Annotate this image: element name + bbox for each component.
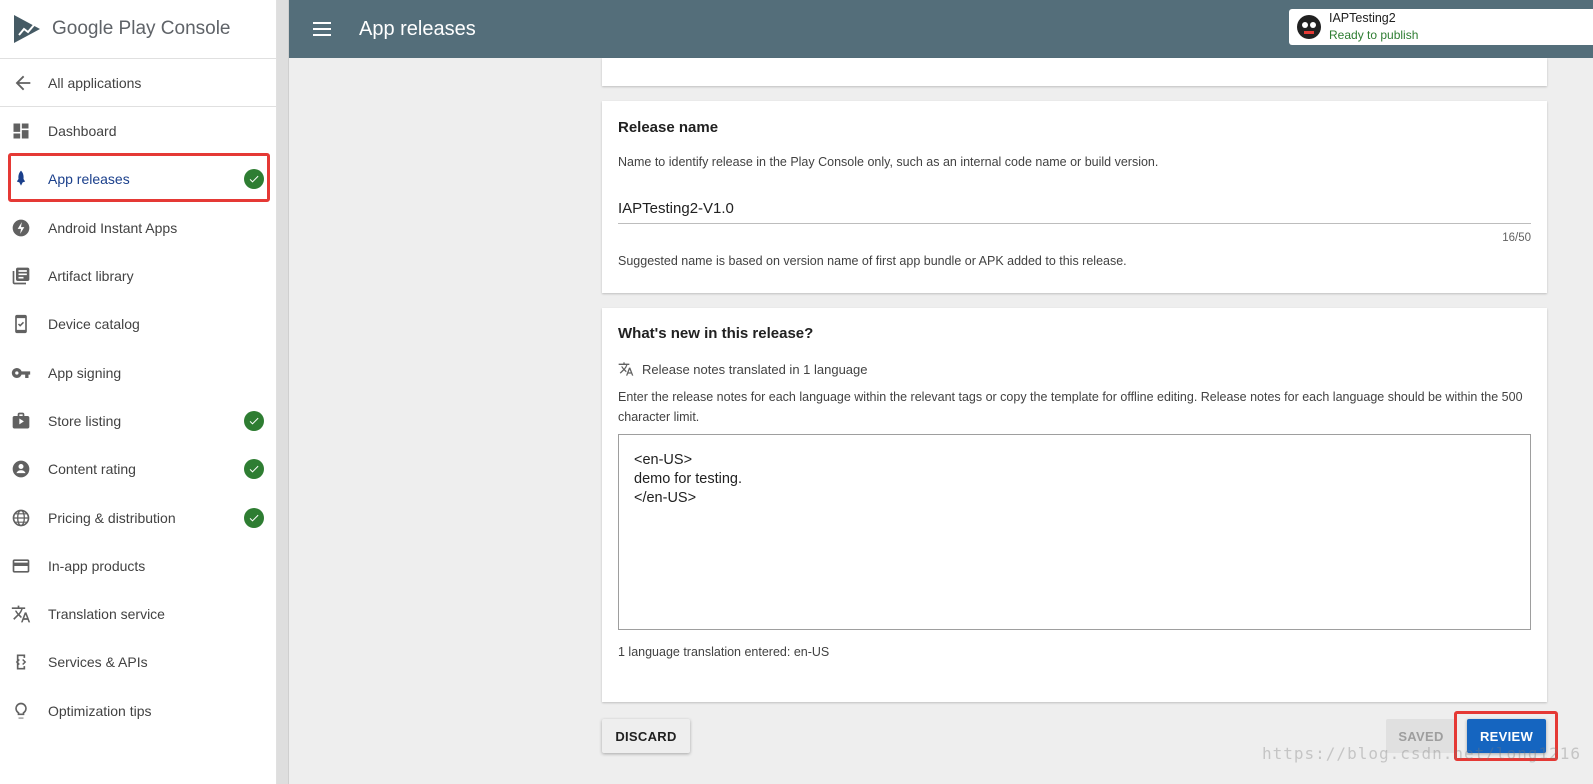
character-counter: 16/50	[1502, 232, 1531, 244]
rocket-icon	[10, 168, 32, 190]
bulb-icon	[10, 700, 32, 722]
device-icon	[10, 313, 32, 335]
sidebar-item-label: Dashboard	[48, 123, 117, 140]
top-app-bar: App releases IAPTesting2 Ready to publis…	[289, 0, 1593, 58]
menu-icon[interactable]	[313, 22, 331, 36]
translate-icon	[10, 603, 32, 625]
dashboard-icon	[10, 120, 32, 142]
sidebar-item-services-apis[interactable]: Services & APIs	[0, 638, 276, 686]
app-status: Ready to publish	[1329, 28, 1419, 42]
sidebar-item-dashboard[interactable]: Dashboard	[0, 107, 276, 155]
api-icon	[10, 651, 32, 673]
previous-card	[602, 58, 1547, 86]
release-name-hint: Suggested name is based on version name …	[618, 254, 1127, 268]
app-selector[interactable]: IAPTesting2 Ready to publish	[1289, 9, 1593, 45]
sidebar-nav: Dashboard App releases Android Instant A…	[0, 107, 276, 735]
sidebar-item-label: In-app products	[48, 557, 146, 574]
store-icon	[10, 410, 32, 432]
sidebar-item-label: Optimization tips	[48, 702, 152, 719]
whats-new-card: What's new in this release? Release note…	[602, 308, 1547, 702]
page-title: App releases	[359, 17, 476, 40]
sidebar-item-optimization-tips[interactable]: Optimization tips	[0, 687, 276, 735]
saved-button: SAVED	[1386, 719, 1456, 753]
release-notes-textarea[interactable]: <en-US> demo for testing. </en-US>	[618, 434, 1531, 630]
sidebar-item-label: App signing	[48, 364, 122, 381]
library-icon	[10, 265, 32, 287]
bolt-icon	[10, 217, 32, 239]
play-console-logo-icon	[14, 15, 40, 43]
sidebar-item-label: Pricing & distribution	[48, 509, 176, 526]
sidebar-item-label: Android Instant Apps	[48, 219, 178, 236]
sidebar-item-artifact-library[interactable]: Artifact library	[0, 252, 276, 300]
sidebar-item-label: Services & APIs	[48, 654, 148, 671]
check-icon	[244, 507, 264, 528]
sidebar-item-app-releases[interactable]: App releases	[0, 155, 276, 203]
release-name-title: Release name	[618, 119, 719, 136]
sidebar-item-label: Translation service	[48, 606, 165, 623]
all-applications-link[interactable]: All applications	[0, 59, 276, 107]
sidebar-item-in-app-products[interactable]: In-app products	[0, 542, 276, 590]
all-applications-label: All applications	[48, 74, 142, 91]
whats-new-title: What's new in this release?	[618, 325, 814, 342]
languages-entered: 1 language translation entered: en-US	[618, 645, 830, 659]
globe-icon	[10, 507, 32, 529]
sidebar-item-translation-service[interactable]: Translation service	[0, 590, 276, 638]
sidebar-item-label: Content rating	[48, 461, 136, 478]
sidebar-scrollbar[interactable]	[277, 0, 289, 784]
sidebar-item-label: App releases	[48, 171, 130, 188]
person-icon	[10, 458, 32, 480]
app-name: IAPTesting2	[1329, 11, 1396, 25]
discard-button[interactable]: DISCARD	[602, 719, 690, 753]
sidebar-item-store-listing[interactable]: Store listing	[0, 397, 276, 445]
sidebar-item-label: Artifact library	[48, 268, 134, 285]
check-icon	[244, 410, 264, 431]
card-icon	[10, 555, 32, 577]
brand-logo[interactable]: Google Play Console	[0, 0, 276, 59]
sidebar-item-pricing-distribution[interactable]: Pricing & distribution	[0, 493, 276, 541]
brand-name: Google Play Console	[52, 18, 231, 39]
sidebar-item-device-catalog[interactable]: Device catalog	[0, 300, 276, 348]
translate-icon	[618, 362, 634, 376]
sidebar-item-content-rating[interactable]: Content rating	[0, 445, 276, 493]
release-name-input[interactable]	[618, 193, 1531, 224]
sidebar: Google Play Console All applications Das…	[0, 0, 277, 784]
release-notes-instructions: Enter the release notes for each languag…	[618, 390, 1523, 424]
review-button[interactable]: REVIEW	[1467, 719, 1546, 753]
release-name-description: Name to identify release in the Play Con…	[618, 155, 1159, 169]
check-icon	[244, 169, 264, 190]
sidebar-item-android-instant-apps[interactable]: Android Instant Apps	[0, 204, 276, 252]
sidebar-item-label: Store listing	[48, 412, 122, 429]
app-avatar-icon	[1297, 15, 1321, 39]
arrow-back-icon	[15, 75, 31, 90]
release-name-card: Release name Name to identify release in…	[602, 101, 1547, 293]
key-icon	[10, 362, 32, 384]
sidebar-item-app-signing[interactable]: App signing	[0, 348, 276, 396]
translated-row: Release notes translated in 1 language	[618, 361, 868, 377]
check-icon	[244, 459, 264, 480]
sidebar-item-label: Device catalog	[48, 316, 140, 333]
translated-label: Release notes translated in 1 language	[642, 361, 868, 377]
